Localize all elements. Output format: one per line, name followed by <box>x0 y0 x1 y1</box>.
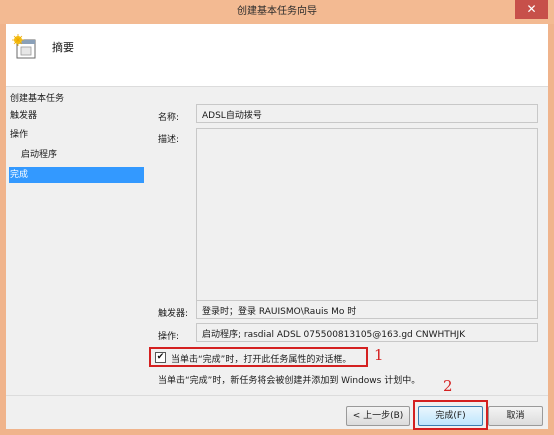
nav-step-trigger[interactable]: 触发器 <box>9 108 144 124</box>
nav-step-create-task[interactable]: 创建基本任务 <box>9 91 144 107</box>
nav-step-finish[interactable]: 完成 <box>9 167 144 183</box>
close-button[interactable]: ✕ <box>515 0 548 19</box>
wizard-steps-nav: 创建基本任务 触发器 操作 启动程序 完成 <box>6 87 148 429</box>
task-calendar-icon <box>12 34 36 59</box>
nav-step-start-program[interactable]: 启动程序 <box>9 147 144 163</box>
open-properties-label[interactable]: 当单击“完成”时，打开此任务属性的对话框。 <box>171 352 351 365</box>
name-label: 名称: <box>158 113 180 123</box>
description-label: 描述: <box>158 135 180 145</box>
info-text: 当单击“完成”时，新任务将会被创建并添加到 Windows 计划中。 <box>158 376 421 386</box>
finish-button[interactable]: 完成(F) <box>418 406 483 426</box>
title-bar: 创建基本任务向导 ✕ <box>0 0 554 24</box>
nav-step-action[interactable]: 操作 <box>9 127 144 143</box>
description-field[interactable] <box>196 128 538 303</box>
annotation-marker-2: 2 <box>443 377 453 395</box>
back-button[interactable]: < 上一步(B) <box>346 406 410 426</box>
open-properties-checkbox[interactable]: ✔ <box>155 352 166 363</box>
trigger-label: 触发器: <box>158 309 189 319</box>
wizard-window: 创建基本任务向导 ✕ 摘要 创建基本任务 触发器 操作 启动程序 完成 名称: … <box>0 0 554 435</box>
cancel-button[interactable]: 取消 <box>488 406 543 426</box>
action-field[interactable]: 启动程序; rasdial ADSL 075500813105@163.gd C… <box>196 323 538 342</box>
window-title: 创建基本任务向导 <box>237 6 317 17</box>
page-title: 摘要 <box>52 41 74 54</box>
annotation-marker-1: 1 <box>374 346 384 364</box>
action-label: 操作: <box>158 332 180 342</box>
footer-divider <box>6 395 548 396</box>
name-field[interactable]: ADSL自动拨号 <box>196 104 538 123</box>
wizard-header: 摘要 <box>6 24 548 87</box>
wizard-client: 摘要 创建基本任务 触发器 操作 启动程序 完成 名称: ADSL自动拨号 描述… <box>6 24 548 430</box>
trigger-field[interactable]: 登录时；登录 RAUISMO\Rauis Mo 时 <box>196 300 538 319</box>
